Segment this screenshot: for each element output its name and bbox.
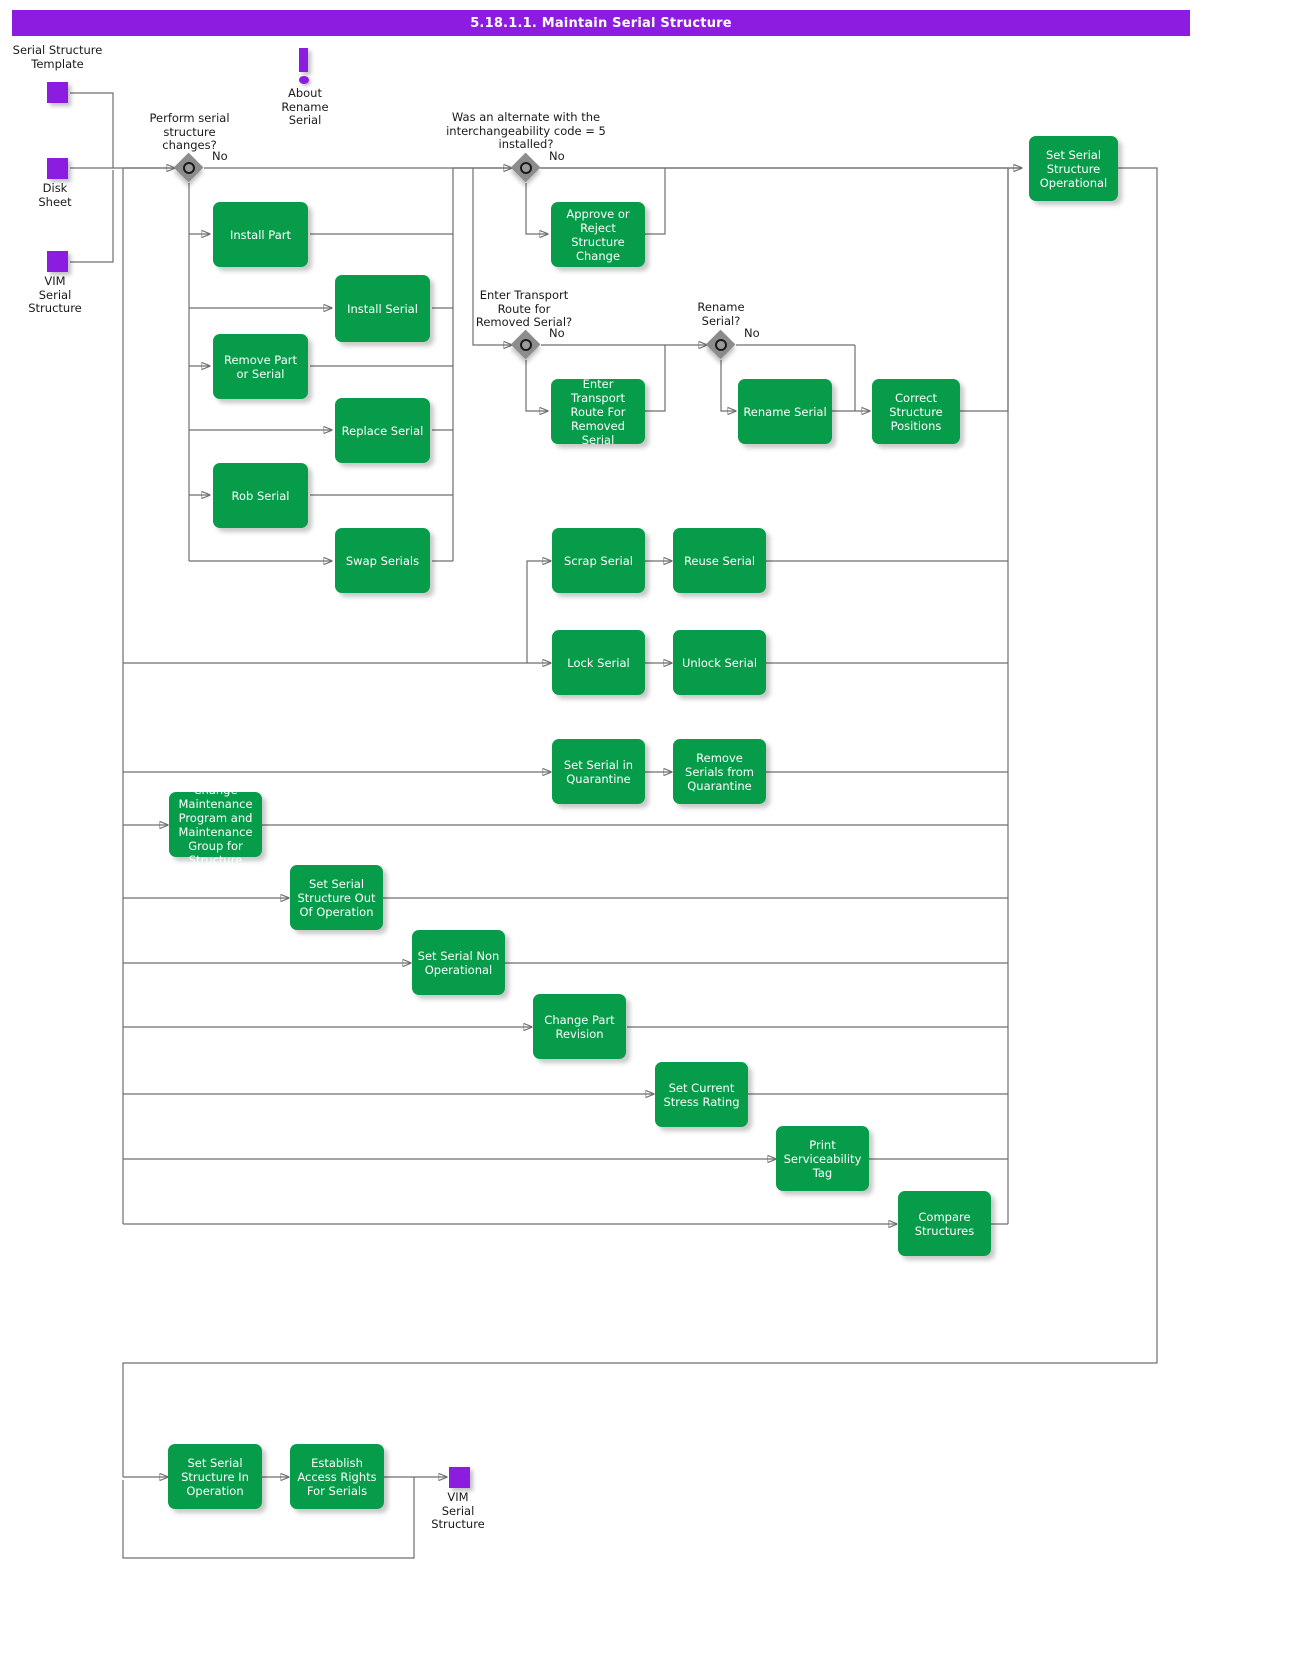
gateway-circle-icon: [183, 162, 195, 174]
activity-set-serial-in-quarantine[interactable]: Set Serial in Quarantine: [552, 739, 645, 804]
activity-set-serial-structure-operational[interactable]: Set Serial Structure Operational: [1029, 136, 1118, 201]
activity-compare-structures[interactable]: Compare Structures: [898, 1191, 991, 1256]
exclamation-dot-icon: [299, 76, 309, 84]
gateway-branch-label-rename-serial: No: [744, 326, 760, 340]
gateway-branch-label-perform-serial-structure-changes: No: [212, 149, 228, 163]
gateway-question-alternate-interchangeability-code-5: Was an alternate with the interchangeabi…: [446, 110, 606, 151]
gateway-question-rename-serial: Rename Serial?: [697, 300, 745, 328]
activity-install-part[interactable]: Install Part: [213, 202, 308, 267]
gateway-rename-serial[interactable]: [706, 330, 736, 360]
gateway-enter-transport-route-for-removed-serial[interactable]: [511, 330, 541, 360]
data-object-vim-serial-structure-output[interactable]: [449, 1467, 470, 1488]
data-object-label-vim-serial-structure-input: VIM Serial Structure: [28, 274, 82, 315]
gateway-question-enter-transport-route-for-removed-serial: Enter Transport Route for Removed Serial…: [475, 288, 573, 329]
diagram-canvas: 5.18.1.1. Maintain Serial Structure Seri…: [0, 0, 1290, 1678]
data-object-disk-sheet[interactable]: [47, 158, 68, 179]
activity-set-serial-structure-out-of-operation[interactable]: Set Serial Structure Out Of Operation: [290, 865, 383, 930]
data-object-vim-serial-structure-input[interactable]: [47, 251, 68, 272]
activity-scrap-serial[interactable]: Scrap Serial: [552, 528, 645, 593]
activity-remove-part-or-serial[interactable]: Remove Part or Serial: [213, 334, 308, 399]
exclamation-bar-icon: [299, 48, 308, 72]
activity-swap-serials[interactable]: Swap Serials: [335, 528, 430, 593]
gateway-alternate-interchangeability-code-5[interactable]: [511, 153, 541, 183]
activity-establish-access-rights-for-serials[interactable]: Establish Access Rights For Serials: [290, 1444, 384, 1509]
activity-replace-serial[interactable]: Replace Serial: [335, 398, 430, 463]
page-title: 5.18.1.1. Maintain Serial Structure: [12, 10, 1190, 36]
activity-rob-serial[interactable]: Rob Serial: [213, 463, 308, 528]
activity-install-serial[interactable]: Install Serial: [335, 275, 430, 342]
data-object-label-vim-serial-structure-output: VIM Serial Structure: [431, 1490, 485, 1531]
activity-set-serial-non-operational[interactable]: Set Serial Non Operational: [412, 930, 505, 995]
gateway-circle-icon: [715, 339, 727, 351]
data-object-label-serial-structure-template: Serial Structure Template: [12, 43, 103, 71]
activity-enter-transport-route-for-removed-serial[interactable]: Enter Transport Route For Removed Serial: [551, 377, 645, 447]
activity-set-current-stress-rating[interactable]: Set Current Stress Rating: [655, 1062, 748, 1127]
activity-remove-serials-from-quarantine[interactable]: Remove Serials from Quarantine: [673, 739, 766, 804]
activity-unlock-serial[interactable]: Unlock Serial: [673, 630, 766, 695]
about-rename-serial-label: About Rename Serial: [281, 86, 329, 127]
activity-rename-serial[interactable]: Rename Serial: [738, 379, 832, 444]
gateway-perform-serial-structure-changes[interactable]: [174, 153, 204, 183]
gateway-branch-label-enter-transport-route-for-removed-serial: No: [549, 326, 565, 340]
data-object-label-disk-sheet: Disk Sheet: [38, 181, 72, 209]
activity-change-part-revision[interactable]: Change Part Revision: [533, 994, 626, 1059]
activity-lock-serial[interactable]: Lock Serial: [552, 630, 645, 695]
data-object-serial-structure-template[interactable]: [47, 82, 68, 103]
activity-change-maintenance-program-and-maintenance-group-for-structure[interactable]: Change Maintenance Program and Maintenan…: [169, 783, 262, 867]
gateway-circle-icon: [520, 162, 532, 174]
about-rename-serial-icon[interactable]: [299, 48, 311, 86]
activity-reuse-serial[interactable]: Reuse Serial: [673, 528, 766, 593]
activity-print-serviceability-tag[interactable]: Print Serviceability Tag: [776, 1126, 869, 1191]
gateway-question-perform-serial-structure-changes: Perform serial structure changes?: [149, 111, 230, 152]
activity-correct-structure-positions[interactable]: Correct Structure Positions: [872, 379, 960, 444]
activity-approve-or-reject-structure-change[interactable]: Approve or Reject Structure Change: [551, 202, 645, 267]
gateway-circle-icon: [520, 339, 532, 351]
activity-set-serial-structure-in-operation[interactable]: Set Serial Structure In Operation: [168, 1444, 262, 1509]
gateway-branch-label-alternate-interchangeability-code-5: No: [549, 149, 565, 163]
